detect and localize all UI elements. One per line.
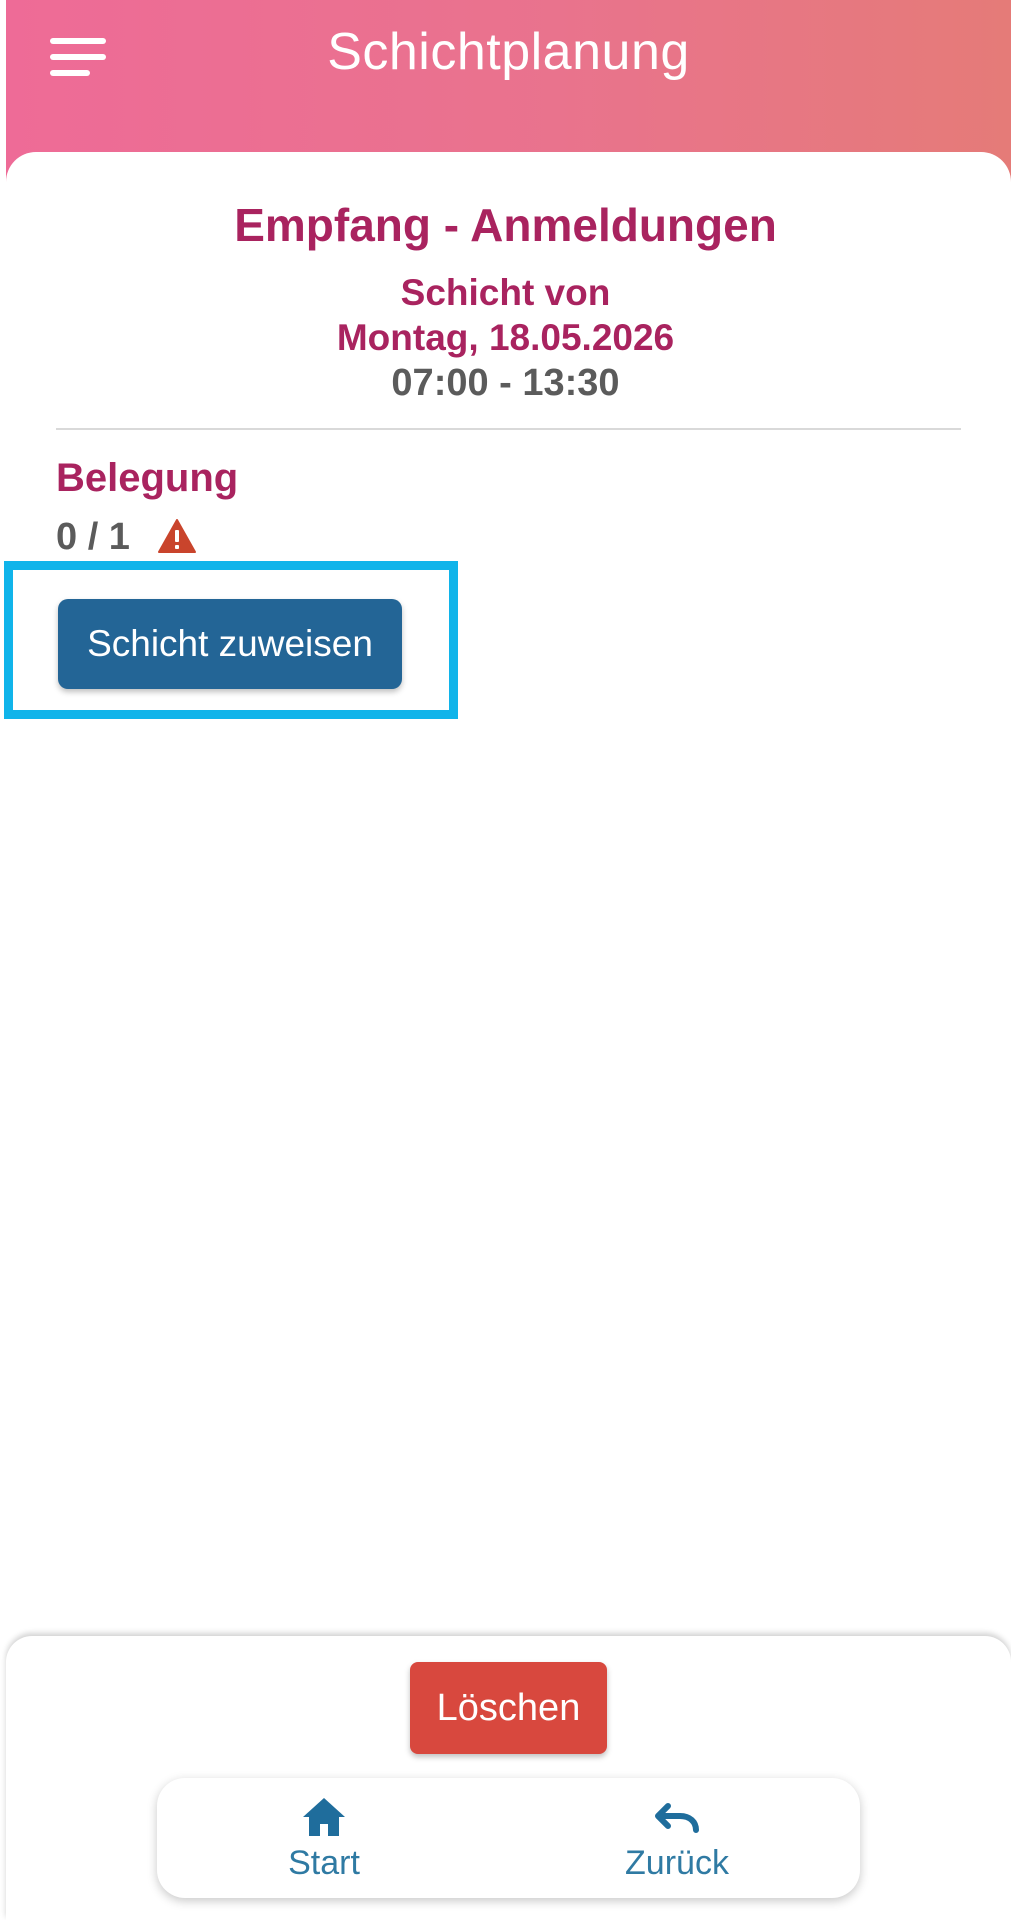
warning-triangle-icon — [158, 519, 196, 553]
shift-from-label: Schicht von — [400, 272, 611, 313]
page-title: Schichtplanung — [327, 23, 690, 81]
nav-back[interactable]: Zurück — [577, 1778, 777, 1898]
occupancy-value: 0 / 1 — [56, 516, 130, 558]
divider — [56, 428, 961, 430]
assign-shift-button[interactable]: Schicht zuweisen — [58, 599, 402, 689]
occupancy-label: Belegung — [56, 456, 239, 500]
shift-date: Montag, 18.05.2026 — [336, 317, 675, 358]
nav-back-label: Zurück — [625, 1844, 729, 1882]
app-screen: Schichtplanung Empfang - Anmeldungen Sch… — [0, 0, 1011, 1920]
shift-title: Empfang - Anmeldungen — [234, 199, 777, 251]
nav-start[interactable]: Start — [224, 1778, 424, 1898]
home-icon — [303, 1798, 345, 1836]
delete-button[interactable]: Löschen — [410, 1662, 607, 1754]
bottom-nav: Start Zurück — [157, 1778, 860, 1898]
shift-time: 07:00 - 13:30 — [391, 362, 620, 404]
undo-arrow-icon — [655, 1803, 699, 1833]
nav-start-label: Start — [288, 1844, 360, 1882]
